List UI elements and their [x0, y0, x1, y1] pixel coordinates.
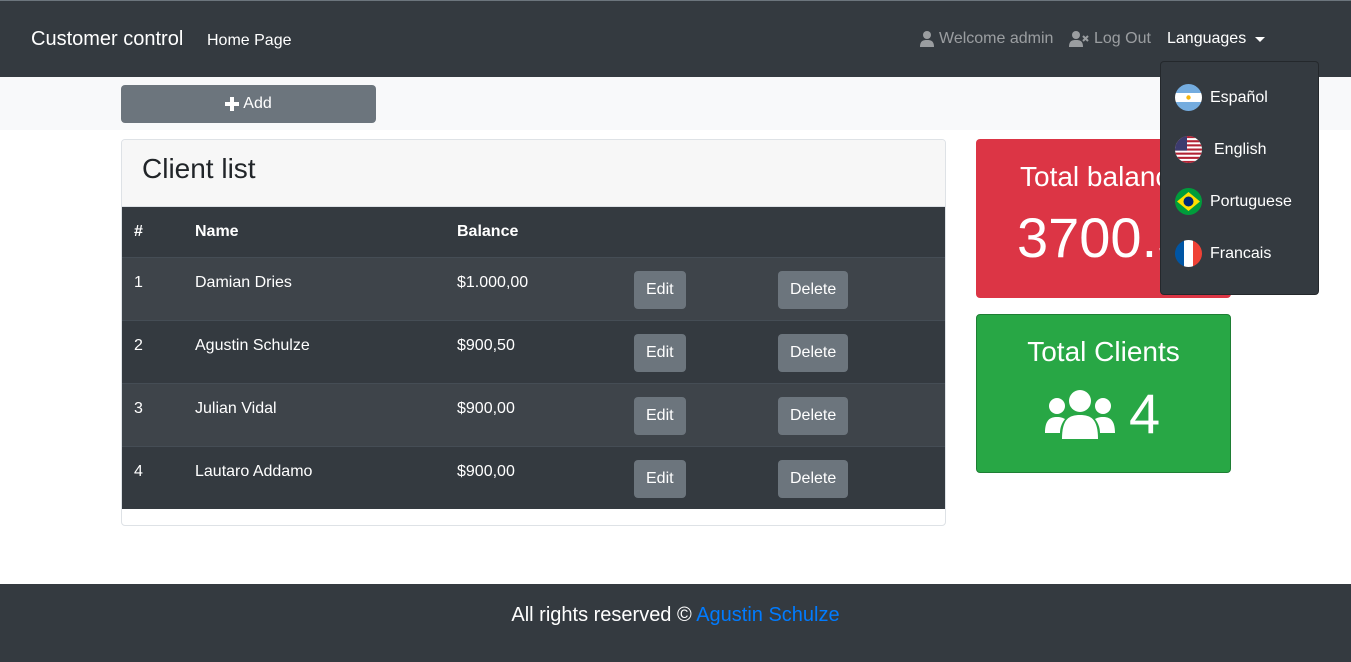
languages-label: Languages [1167, 30, 1247, 47]
edit-button[interactable]: Edit [634, 333, 686, 372]
row-delete-cell: Delete [766, 445, 945, 509]
language-label: Portuguese [1210, 192, 1292, 210]
row-number: 3 [122, 382, 183, 446]
languages-dropdown-toggle[interactable]: Languages [1167, 30, 1266, 48]
row-edit-cell: Edit [622, 445, 766, 509]
client-list-title: Client list [122, 140, 945, 207]
table-row: 3 Julian Vidal $900,00 Edit Delete [122, 382, 945, 446]
language-label: English [1214, 140, 1267, 158]
delete-button[interactable]: Delete [778, 396, 849, 435]
table-row: 2 Agustin Schulze $900,50 Edit Delete [122, 319, 945, 383]
languages-dropdown-menu: Español English Portuguese Francais [1160, 61, 1319, 295]
delete-button[interactable]: Delete [778, 270, 849, 309]
language-item-espanol[interactable]: Español [1175, 84, 1268, 111]
row-edit-cell: Edit [622, 382, 766, 446]
footer: All rights reserved © Agustin Schulze [0, 584, 1351, 662]
column-header-delete [766, 207, 945, 258]
language-item-francais[interactable]: Francais [1175, 240, 1271, 267]
language-item-portuguese[interactable]: Portuguese [1175, 188, 1292, 215]
client-table: # Name Balance 1 Damian Dries $1.000,00 … [122, 207, 945, 509]
row-edit-cell: Edit [622, 319, 766, 383]
total-clients-value: 4 [1129, 382, 1161, 445]
footer-copyright: All rights reserved © [511, 604, 692, 626]
delete-button[interactable]: Delete [778, 459, 849, 498]
edit-button[interactable]: Edit [634, 396, 686, 435]
row-name: Julian Vidal [183, 382, 445, 446]
column-header-number: # [122, 207, 183, 258]
table-row: 4 Lautaro Addamo $900,00 Edit Delete [122, 445, 945, 509]
row-name: Lautaro Addamo [183, 445, 445, 509]
column-header-balance: Balance [445, 207, 622, 258]
row-name: Agustin Schulze [183, 319, 445, 383]
language-item-english[interactable]: English [1175, 136, 1266, 163]
user-times-icon [1069, 31, 1089, 47]
row-number: 2 [122, 319, 183, 383]
caret-down-icon [1255, 36, 1266, 42]
row-number: 1 [122, 256, 183, 320]
footer-author-link[interactable]: Agustin Schulze [696, 604, 839, 626]
total-clients-title: Total Clients [1027, 336, 1180, 367]
navbar: Customer control Home Page Welcome admin… [0, 0, 1351, 77]
table-row: 1 Damian Dries $1.000,00 Edit Delete [122, 256, 945, 320]
user-icon [920, 31, 934, 47]
row-name: Damian Dries [183, 256, 445, 320]
row-delete-cell: Delete [766, 256, 945, 320]
total-clients-card: Total Clients 4 [976, 314, 1231, 473]
users-icon [1045, 389, 1115, 439]
row-balance: $900,00 [445, 382, 622, 446]
welcome-label: Welcome admin [939, 30, 1054, 47]
row-delete-cell: Delete [766, 319, 945, 383]
edit-button[interactable]: Edit [634, 459, 686, 498]
brazil-flag-icon [1175, 188, 1202, 215]
edit-button[interactable]: Edit [634, 270, 686, 309]
welcome-text: Welcome admin [920, 30, 1053, 48]
row-edit-cell: Edit [622, 256, 766, 320]
row-number: 4 [122, 445, 183, 509]
total-clients-row: 4 [1045, 381, 1160, 446]
argentina-flag-icon [1175, 84, 1202, 111]
column-header-name: Name [183, 207, 445, 258]
add-label: Add [243, 95, 272, 112]
language-label: Español [1210, 88, 1268, 106]
row-balance: $1.000,00 [445, 256, 622, 320]
footer-text: All rights reserved © Agustin Schulze [0, 604, 1351, 627]
usa-flag-icon [1175, 136, 1202, 163]
language-label: Francais [1210, 244, 1272, 262]
row-delete-cell: Delete [766, 382, 945, 446]
column-header-edit [622, 207, 766, 258]
france-flag-icon [1175, 240, 1202, 267]
logout-link[interactable]: Log Out [1069, 30, 1151, 48]
nav-home-link[interactable]: Home Page [207, 32, 292, 50]
table-header-row: # Name Balance [122, 207, 945, 258]
client-list-card: Client list # Name Balance 1 Damian Drie… [121, 139, 946, 526]
delete-button[interactable]: Delete [778, 333, 849, 372]
plus-icon [225, 97, 240, 111]
add-client-button[interactable]: Add [121, 85, 376, 123]
brand-link[interactable]: Customer control [31, 28, 183, 51]
row-balance: $900,00 [445, 445, 622, 509]
logout-label: Log Out [1094, 30, 1151, 47]
row-balance: $900,50 [445, 319, 622, 383]
